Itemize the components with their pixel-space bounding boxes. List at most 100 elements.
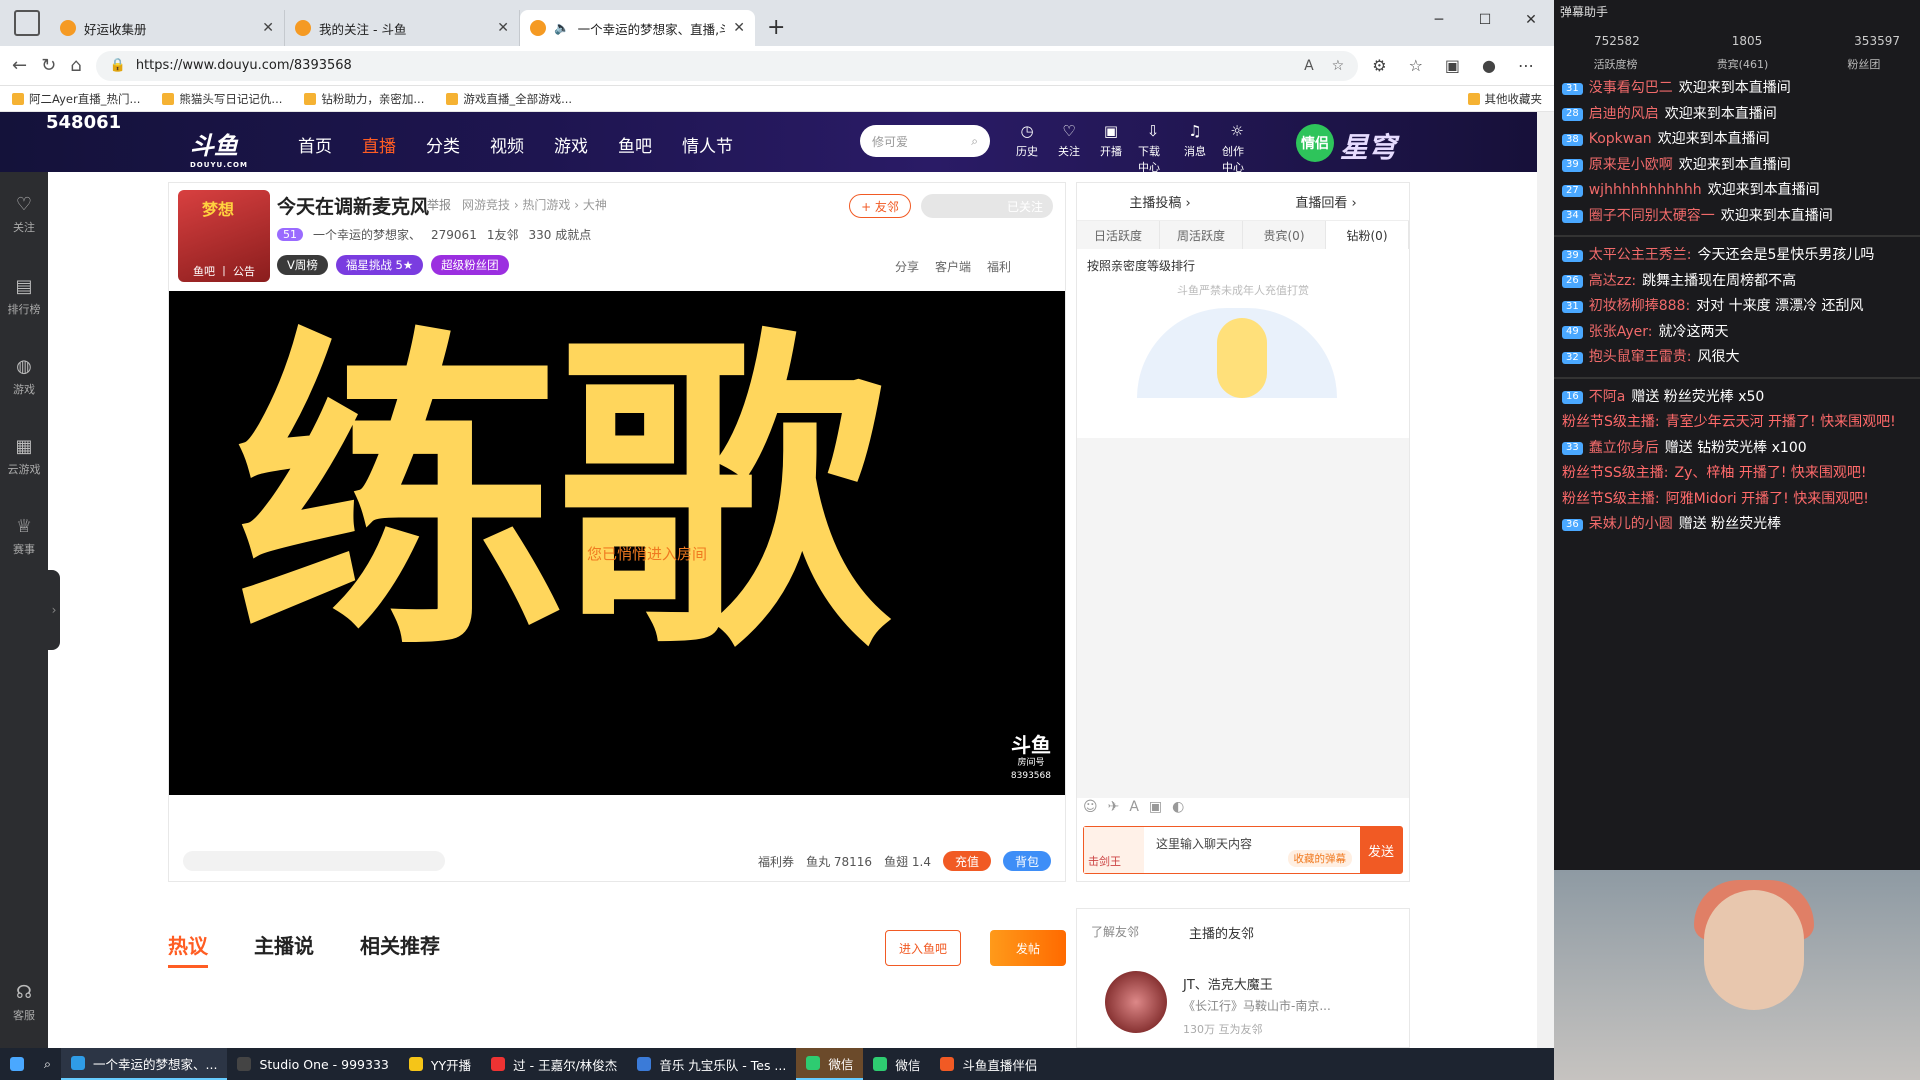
- search-input[interactable]: 修可爱 ⌕: [860, 125, 990, 157]
- broadcast-button[interactable]: ▣ 开播: [1096, 122, 1126, 175]
- taskbar-item[interactable]: 微信: [796, 1048, 864, 1080]
- lucky-challenge-chip[interactable]: 福星挑战 5★: [335, 255, 424, 275]
- nav-home[interactable]: 首页: [298, 132, 332, 157]
- tab-daily-active[interactable]: 日活跃度: [1077, 221, 1160, 249]
- window-menu-icon[interactable]: [14, 10, 40, 36]
- send-button[interactable]: 发送: [1360, 827, 1402, 873]
- tab-vip[interactable]: 贵宾(0): [1243, 221, 1326, 249]
- sidebar-item-service[interactable]: ☊ 客服: [0, 982, 48, 1023]
- sidebar-toggle[interactable]: ›: [48, 570, 60, 650]
- tab-anchor-says[interactable]: 主播说: [254, 930, 314, 968]
- favorite-star-icon[interactable]: ☆: [1332, 58, 1345, 74]
- page-scrollbar[interactable]: [1537, 112, 1554, 1048]
- creator-button[interactable]: ☼ 创作中心: [1222, 122, 1252, 175]
- anchor-name[interactable]: 一个幸运的梦想家、: [313, 226, 421, 243]
- nav-valentine[interactable]: 情人节: [682, 132, 733, 157]
- post-button[interactable]: 发帖: [990, 930, 1066, 966]
- recharge-button[interactable]: 充值: [942, 851, 991, 871]
- chat-title-badge[interactable]: 击剑王: [1084, 827, 1144, 873]
- tab-vip-list[interactable]: 贵宾(461): [1717, 56, 1769, 72]
- color-icon[interactable]: ◐: [1172, 799, 1184, 815]
- welfare-button[interactable]: 福利: [987, 258, 1011, 275]
- enter-fishbar-button[interactable]: 进入鱼吧: [885, 930, 961, 966]
- sidebar-item-follow[interactable]: ♡ 关注: [0, 194, 48, 235]
- broadcast-icon[interactable]: ✈: [1108, 799, 1120, 815]
- chat-input[interactable]: 这里输入聊天内容 收藏的弹幕: [1144, 827, 1360, 873]
- douyu-logo[interactable]: 斗鱼 DOUYU.COM: [190, 126, 248, 169]
- tab-fanclub[interactable]: 粉丝团: [1847, 56, 1880, 72]
- search-taskbar-icon[interactable]: ⌕: [34, 1048, 61, 1080]
- taskbar-item[interactable]: 过 - 王嘉尔/林俊杰: [481, 1048, 627, 1080]
- follow-button[interactable]: ♡ 关注: [1054, 122, 1084, 175]
- close-icon[interactable]: ✕: [497, 20, 509, 36]
- more-icon[interactable]: ⋯: [1518, 56, 1534, 75]
- tab-activity[interactable]: 活跃度榜: [1594, 56, 1638, 72]
- nav-game[interactable]: 游戏: [554, 132, 588, 157]
- saved-danmu-button[interactable]: 收藏的弹幕: [1287, 850, 1352, 867]
- learn-friends-link[interactable]: 了解友邻: [1091, 923, 1139, 942]
- taskbar-item[interactable]: 微信: [863, 1048, 930, 1080]
- browser-tab[interactable]: 我的关注 - 斗鱼 ✕: [285, 10, 520, 46]
- tab-weekly-active[interactable]: 周活跃度: [1160, 221, 1243, 249]
- extensions-icon[interactable]: ⚙: [1372, 56, 1386, 75]
- friend-name[interactable]: JT、浩克大魔王: [1183, 974, 1273, 993]
- tab-hot[interactable]: 热议: [168, 930, 208, 968]
- taskbar-item[interactable]: YY开播: [399, 1048, 481, 1080]
- close-icon[interactable]: ✕: [262, 20, 274, 36]
- browser-tab-active[interactable]: 🔈 一个幸运的梦想家、直播,斗 ✕: [520, 10, 755, 46]
- client-button[interactable]: 客户端: [935, 258, 971, 275]
- read-aloud-icon[interactable]: A: [1304, 58, 1314, 74]
- favorite-item[interactable]: 熊猫头写日记记仇...: [162, 91, 282, 107]
- sidebar-item-game[interactable]: ◍ 游戏: [0, 356, 48, 397]
- new-tab-button[interactable]: +: [767, 15, 785, 40]
- font-icon[interactable]: A: [1129, 799, 1139, 815]
- bag-button[interactable]: 背包: [1002, 851, 1051, 871]
- nav-category[interactable]: 分类: [426, 132, 460, 157]
- sidebar-item-events[interactable]: ♕ 赛事: [0, 516, 48, 557]
- taskbar-item[interactable]: 斗鱼直播伴侣: [930, 1048, 1047, 1080]
- collections-icon[interactable]: ▣: [1445, 56, 1460, 75]
- nav-live[interactable]: 直播: [362, 132, 396, 157]
- favorite-item[interactable]: 钻粉助力，亲密加...: [304, 91, 424, 107]
- favorites-icon[interactable]: ☆: [1409, 56, 1423, 75]
- profile-icon[interactable]: ●: [1482, 56, 1496, 75]
- followed-button[interactable]: 已关注: [921, 194, 1053, 218]
- speaker-icon[interactable]: 🔈: [554, 20, 570, 36]
- fan-club-chip[interactable]: 超级粉丝团: [431, 255, 509, 275]
- minimize-icon[interactable]: ─: [1416, 0, 1462, 40]
- other-favorites-folder[interactable]: 其他收藏夹: [1467, 91, 1542, 107]
- close-icon[interactable]: ✕: [733, 20, 745, 36]
- tab-recommend[interactable]: 相关推荐: [360, 930, 440, 968]
- close-window-icon[interactable]: ✕: [1508, 0, 1554, 40]
- message-button[interactable]: ♫ 消息: [1180, 122, 1210, 175]
- sidebar-item-cloudgame[interactable]: ▦ 云游戏: [0, 436, 48, 477]
- category-breadcrumb[interactable]: 网游竞技 › 热门游戏 › 大神: [462, 196, 607, 213]
- refresh-icon[interactable]: ↻: [41, 55, 56, 76]
- gift-icon[interactable]: ▣: [1149, 799, 1162, 815]
- anchor-submission-link[interactable]: 主播投稿 ›: [1129, 192, 1190, 211]
- report-link[interactable]: 举报: [427, 196, 451, 213]
- sidebar-item-rank[interactable]: ▤ 排行榜: [0, 276, 48, 317]
- favorite-item[interactable]: 游戏直播_全部游戏...: [446, 91, 572, 107]
- replay-link[interactable]: 直播回看 ›: [1295, 192, 1356, 211]
- nav-fishbar[interactable]: 鱼吧: [618, 132, 652, 157]
- weekly-rank-chip[interactable]: V周榜: [277, 255, 328, 275]
- emoji-icon[interactable]: ☺: [1083, 799, 1098, 815]
- taskbar-item[interactable]: 音乐 九宝乐队 - Tes ...: [627, 1048, 796, 1080]
- start-button[interactable]: [0, 1048, 34, 1080]
- home-icon[interactable]: ⌂: [70, 55, 81, 76]
- search-icon[interactable]: ⌕: [971, 134, 978, 149]
- add-friend-button[interactable]: + 友邻: [849, 194, 911, 218]
- back-icon[interactable]: ←: [12, 55, 27, 76]
- tab-diamond-fans[interactable]: 钻粉(0): [1326, 221, 1409, 249]
- history-button[interactable]: ◷ 历史: [1012, 122, 1042, 175]
- browser-tab[interactable]: 好运收集册 ✕: [50, 10, 285, 46]
- video-player[interactable]: 练歌 您已悄悄进入房间 斗鱼 房间号 8393568: [169, 291, 1065, 795]
- url-field[interactable]: 🔒 https://www.douyu.com/8393568 A ☆: [95, 50, 1359, 81]
- maximize-icon[interactable]: ☐: [1462, 0, 1508, 40]
- friend-avatar[interactable]: [1105, 971, 1167, 1033]
- taskbar-item[interactable]: Studio One - 999333: [227, 1048, 398, 1080]
- anchor-avatar[interactable]: 梦想 鱼吧 丨 公告: [178, 190, 270, 282]
- share-button[interactable]: 分享: [895, 258, 919, 275]
- taskbar-item[interactable]: 一个幸运的梦想家、...: [61, 1048, 228, 1080]
